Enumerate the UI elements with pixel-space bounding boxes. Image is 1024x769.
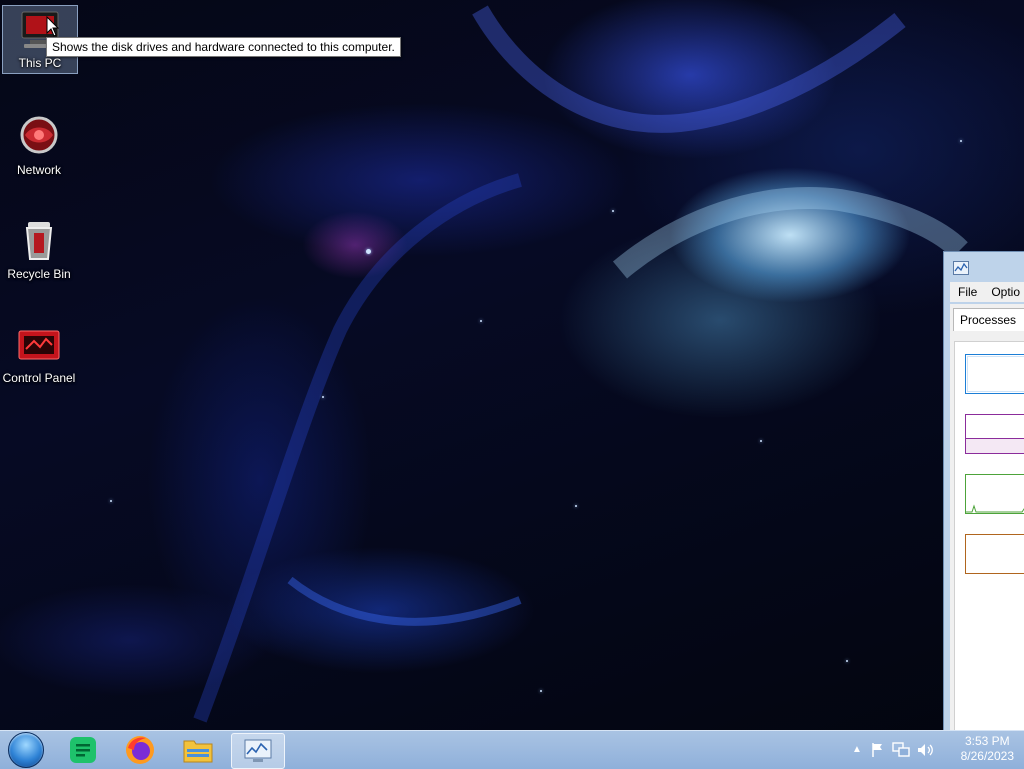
clock-date: 8/26/2023 <box>960 749 1014 763</box>
star <box>322 396 324 398</box>
star <box>480 320 482 322</box>
mouse-pointer-icon <box>46 16 60 37</box>
window-titlebar[interactable] <box>944 252 1024 282</box>
desktop-icon-label: Control Panel <box>2 371 76 385</box>
performance-panel <box>954 341 1024 732</box>
desktop-icon-network[interactable]: Network <box>2 113 76 177</box>
star <box>110 500 112 502</box>
network-graph-thumbnail[interactable] <box>965 534 1024 574</box>
show-hidden-icons-chevron[interactable]: ▲ <box>852 742 862 758</box>
star <box>366 249 371 254</box>
tooltip: Shows the disk drives and hardware conne… <box>46 37 401 57</box>
memory-usage-fill <box>966 438 1024 453</box>
control-panel-icon <box>15 321 63 369</box>
taskbar-clock[interactable]: 3:53 PM 8/26/2023 <box>961 734 1014 764</box>
firefox-icon <box>126 736 154 764</box>
menu-options[interactable]: Optio <box>991 285 1020 299</box>
star <box>612 210 614 212</box>
taskbar: ▲ 3:53 PM 8/26/2023 <box>0 730 1024 769</box>
star <box>760 440 762 442</box>
desktop-icon-label: Recycle Bin <box>7 267 71 281</box>
task-manager-icon <box>244 739 272 762</box>
start-orb-icon <box>8 732 44 768</box>
tab-processes[interactable]: Processes <box>953 308 1024 331</box>
disk-activity-line <box>966 504 1024 513</box>
network-icon[interactable] <box>892 742 910 758</box>
star <box>540 690 542 692</box>
desktop-wallpaper <box>0 0 1024 730</box>
menu-bar: File Optio <box>950 282 1024 302</box>
disk-graph-thumbnail[interactable] <box>965 474 1024 514</box>
star <box>960 140 962 142</box>
recycle-bin-icon <box>15 217 63 265</box>
start-button[interactable] <box>4 732 48 768</box>
menu-file[interactable]: File <box>958 285 977 299</box>
file-explorer-icon <box>183 740 213 763</box>
task-manager-body: Processes <box>950 304 1024 732</box>
clock-time: 3:53 PM <box>964 734 1010 748</box>
nebula-art <box>193 5 968 723</box>
network-icon <box>15 113 63 161</box>
desktop-icon-label: Network <box>16 163 61 177</box>
desktop-icon-control-panel[interactable]: Control Panel <box>2 321 76 385</box>
task-manager-icon <box>953 261 969 275</box>
taskbar-app-firefox[interactable] <box>114 733 166 767</box>
action-center-flag-icon[interactable] <box>870 742 886 758</box>
taskbar-app-notes[interactable] <box>57 733 109 767</box>
cpu-graph-thumbnail[interactable] <box>965 354 1024 394</box>
memory-graph-thumbnail[interactable] <box>965 414 1024 454</box>
green-notes-app-icon <box>70 737 96 763</box>
task-manager-window[interactable]: File Optio Processes <box>943 251 1024 733</box>
volume-icon[interactable] <box>916 742 934 758</box>
taskbar-app-file-explorer[interactable] <box>172 733 224 767</box>
star <box>846 660 848 662</box>
system-tray: ▲ 3:53 PM 8/26/2023 <box>844 731 1024 769</box>
star <box>575 505 577 507</box>
desktop-icon-label: This PC <box>18 56 62 70</box>
taskbar-app-task-manager[interactable] <box>231 733 285 769</box>
desktop-icon-recycle-bin[interactable]: Recycle Bin <box>2 217 76 281</box>
